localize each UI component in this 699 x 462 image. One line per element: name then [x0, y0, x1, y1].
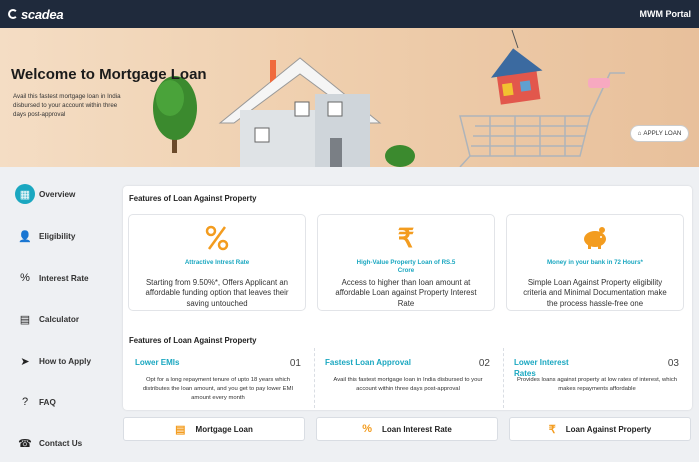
- sidebar: ▦ Overview 👤 Eligibility % Interest Rate…: [0, 167, 115, 462]
- user-check-icon: 👤: [18, 230, 32, 243]
- hero-banner: Welcome to Mortgage Loan Avail this fast…: [0, 28, 699, 167]
- sidebar-item-contact-us[interactable]: ☎ Contact Us: [0, 426, 115, 460]
- feature-text: Avail this fastest mortgage loan in Indi…: [333, 377, 483, 392]
- card-body: Starting from 9.50%*, Offers Applicant a…: [145, 278, 289, 308]
- sidebar-item-faq[interactable]: ? FAQ: [0, 385, 115, 419]
- question-icon: ?: [21, 396, 29, 408]
- card-body: Access to higher than loan amount at aff…: [335, 278, 477, 308]
- feature-card: Money in your bank in 72 Hours* Simple L…: [506, 214, 684, 311]
- sidebar-item-label: Overview: [39, 189, 76, 199]
- feature-number: 02: [478, 358, 490, 369]
- feature-number: 03: [667, 358, 679, 369]
- loan-interest-rate-button[interactable]: % Loan Interest Rate: [316, 417, 498, 441]
- sidebar-item-interest-rate[interactable]: % Interest Rate: [0, 261, 115, 295]
- button-label: Mortgage Loan: [195, 424, 253, 434]
- sidebar-item-label: Calculator: [39, 314, 80, 324]
- rupee-icon: ₹: [548, 423, 556, 436]
- feature-item: Fastest Loan Approval 02 Avail this fast…: [314, 348, 500, 408]
- sidebar-item-eligibility[interactable]: 👤 Eligibility: [0, 219, 115, 253]
- grid-icon: ▦: [15, 184, 35, 204]
- mortgage-loan-button[interactable]: ▤ Mortgage Loan: [123, 417, 305, 441]
- section-title: Features of Loan Against Property: [129, 336, 257, 345]
- sidebar-item-overview[interactable]: ▦ Overview: [0, 177, 115, 211]
- sidebar-item-calculator[interactable]: ▤ Calculator: [0, 302, 115, 336]
- calculator-icon: ▤: [19, 313, 31, 326]
- feature-text: Opt for a long repayment tenure of upto …: [142, 377, 294, 401]
- button-label: Loan Against Property: [565, 424, 652, 434]
- sidebar-item-how-to-apply[interactable]: ➤ How to Apply: [0, 344, 115, 378]
- card-heading: Attractive Intrest Rate: [184, 259, 250, 266]
- feature-card: ₹ High-Value Property Loan of RS.5 Crore…: [317, 214, 495, 311]
- feature-number: 01: [289, 358, 301, 369]
- hero-title: Welcome to Mortgage Loan: [11, 66, 207, 83]
- sidebar-item-label: How to Apply: [39, 356, 91, 366]
- features-panel: Features of Loan Against Property Attrac…: [123, 186, 692, 410]
- hero-subtitle: Avail this fastest mortgage loan in Indi…: [13, 93, 121, 119]
- hero-illustration: [153, 29, 625, 167]
- brand-logo[interactable]: scadea: [8, 6, 64, 22]
- loan-against-property-button[interactable]: ₹ Loan Against Property: [509, 417, 691, 441]
- percent-icon: %: [362, 423, 372, 435]
- sidebar-item-label: Interest Rate: [39, 273, 89, 283]
- feature-title: Fastest Loan Approval: [325, 358, 411, 367]
- sidebar-item-label: FAQ: [39, 397, 56, 407]
- card-heading: Money in your bank in 72 Hours*: [547, 259, 643, 266]
- phone-icon: ☎: [18, 437, 32, 450]
- feature-title: Lower EMIs: [135, 358, 180, 367]
- feature-item: Lower EMIs 01 Opt for a long repayment t…: [125, 348, 311, 408]
- rupee-icon: ₹: [397, 222, 415, 253]
- button-label: Loan Interest Rate: [381, 424, 452, 434]
- sidebar-item-label: Contact Us: [39, 438, 83, 448]
- percent-icon: [129, 224, 305, 252]
- card-body: Simple Loan Against Property eligibility…: [523, 278, 667, 308]
- feature-item: Lower Interest Rates 03 Provides loans a…: [503, 348, 689, 408]
- apply-loan-label: APPLY LOAN: [643, 130, 682, 137]
- card-heading: High-Value Property Loan of RS.5 Crore: [356, 259, 456, 275]
- feature-card: Attractive Intrest Rate Starting from 9.…: [128, 214, 306, 311]
- portal-label[interactable]: MWM Portal: [640, 9, 692, 19]
- sidebar-item-label: Eligibility: [39, 231, 76, 241]
- section-title: Features of Loan Against Property: [129, 194, 257, 203]
- apply-loan-button[interactable]: ⌂ APPLY LOAN: [630, 125, 689, 142]
- logo-icon: [8, 9, 18, 19]
- brand-name: scadea: [21, 6, 64, 22]
- percent-icon: %: [20, 272, 30, 284]
- calculator-icon: ▤: [175, 423, 186, 436]
- top-bar: scadea MWM Portal: [0, 0, 699, 28]
- piggy-bank-icon: [507, 224, 683, 252]
- bank-icon: ⌂: [637, 130, 642, 137]
- send-icon: ➤: [20, 355, 30, 368]
- feature-text: Provides loans against property at low r…: [516, 377, 678, 392]
